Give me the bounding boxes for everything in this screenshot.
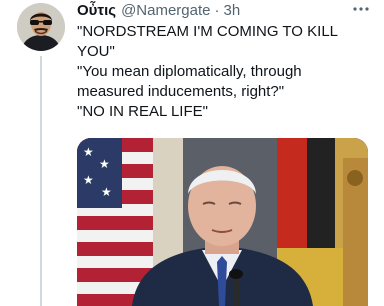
svg-text:★: ★ bbox=[83, 173, 94, 187]
svg-text:★: ★ bbox=[83, 145, 94, 159]
avatar-image bbox=[17, 3, 65, 51]
media-photo: ★ ★ ★ ★ bbox=[77, 138, 368, 306]
tweet-header: Οὖτις @Namergate · 3h bbox=[77, 2, 240, 22]
tweet-line-2: "You mean diplomatically, through measur… bbox=[77, 63, 302, 100]
tweet-text: "NORDSTREAM I'M COMING TO KILL YOU" "You… bbox=[77, 22, 367, 122]
avatar[interactable] bbox=[17, 3, 65, 51]
display-name[interactable]: Οὖτις bbox=[77, 2, 116, 19]
tweet-line-3: "NO IN REAL LIFE" bbox=[77, 103, 208, 120]
timestamp[interactable]: 3h bbox=[224, 2, 241, 19]
tweet-line-1: "NORDSTREAM I'M COMING TO KILL YOU" bbox=[77, 23, 338, 60]
user-handle[interactable]: @Namergate bbox=[121, 2, 210, 19]
separator-dot: · bbox=[214, 2, 220, 19]
thread-line bbox=[40, 56, 42, 306]
tweet[interactable]: Οὖτις @Namergate · 3h "NORDSTREAM I'M CO… bbox=[0, 0, 384, 306]
tweet-media-image[interactable]: ★ ★ ★ ★ bbox=[77, 138, 368, 306]
more-horizontal-icon[interactable] bbox=[352, 2, 370, 21]
svg-text:★: ★ bbox=[99, 157, 110, 171]
svg-text:★: ★ bbox=[101, 185, 112, 199]
